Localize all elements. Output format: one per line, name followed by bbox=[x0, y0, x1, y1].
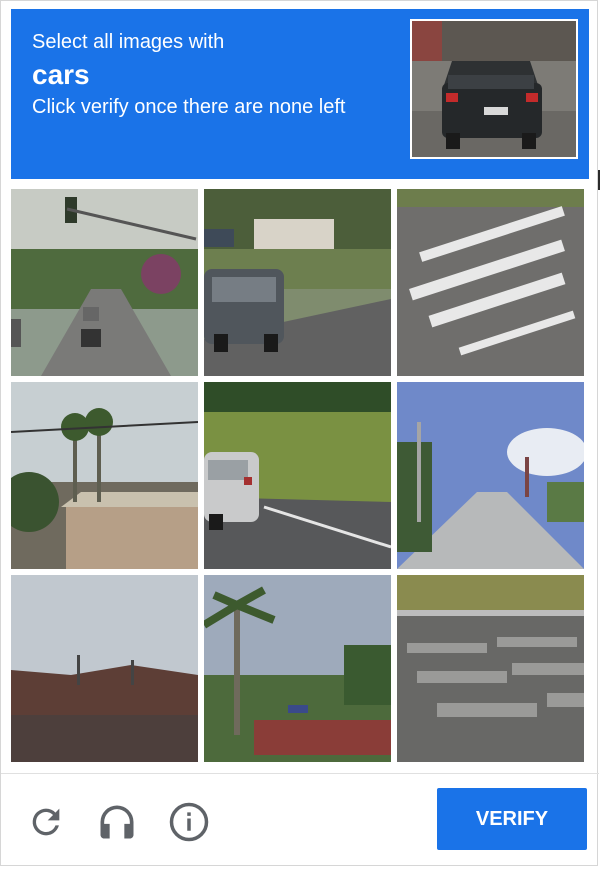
image-tile-8[interactable] bbox=[204, 575, 391, 762]
captcha-dialog: Select all images with cars Click verify… bbox=[0, 0, 599, 866]
audio-challenge-button[interactable] bbox=[92, 797, 142, 847]
target-object-text: cars bbox=[32, 59, 90, 90]
hint-text: Click verify once there are none left bbox=[32, 96, 346, 118]
challenge-header: Select all images with cars Click verify… bbox=[11, 9, 589, 179]
instruction-text: Select all images with bbox=[32, 31, 225, 53]
verify-button[interactable]: VERIFY bbox=[437, 788, 587, 850]
info-icon bbox=[169, 802, 209, 842]
reload-icon bbox=[32, 808, 60, 836]
image-tile-9[interactable] bbox=[397, 575, 584, 762]
headphones-icon bbox=[100, 805, 134, 839]
example-image bbox=[410, 19, 578, 159]
image-tile-3[interactable] bbox=[397, 189, 584, 376]
image-tile-7[interactable] bbox=[11, 575, 198, 762]
image-tile-1[interactable] bbox=[11, 189, 198, 376]
image-tile-6[interactable] bbox=[397, 382, 584, 569]
info-button[interactable] bbox=[164, 797, 214, 847]
reload-button[interactable] bbox=[21, 797, 71, 847]
image-tile-5[interactable] bbox=[204, 382, 391, 569]
image-grid bbox=[11, 189, 585, 763]
image-tile-2[interactable] bbox=[204, 189, 391, 376]
footer-divider bbox=[1, 773, 599, 774]
image-tile-4[interactable] bbox=[11, 382, 198, 569]
